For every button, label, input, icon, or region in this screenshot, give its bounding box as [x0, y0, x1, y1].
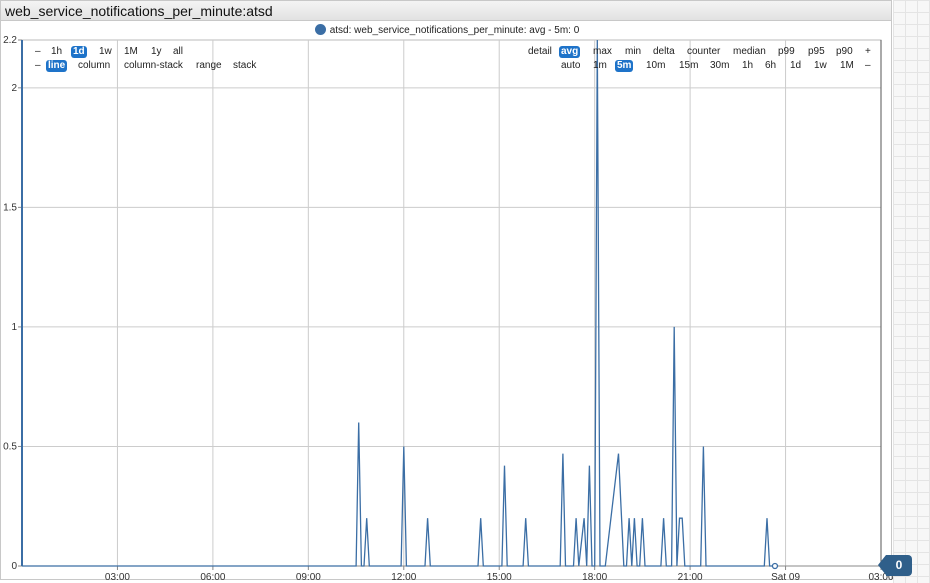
y-tick-label: 0	[11, 561, 17, 572]
periods-10m-button[interactable]: 10m	[644, 60, 667, 72]
x-tick-label: 03:00	[105, 572, 130, 581]
x-tick-label: 21:00	[678, 572, 703, 581]
periods-1m-button[interactable]: 1M	[838, 60, 856, 72]
statistics-p99-button[interactable]: p99	[776, 46, 797, 58]
chart-plot: 03:00 06:00 09:00 12:00 15:00 18:00 21:00 Sat 0…	[3, 35, 893, 581]
last-value-badge: 0	[878, 555, 912, 576]
zoom-1w-button[interactable]: 1w	[97, 46, 114, 58]
zoom-all-button[interactable]: all	[171, 46, 185, 58]
x-tick-label: 18:00	[582, 572, 607, 581]
right-side-panel	[893, 0, 930, 583]
statistics-expand-button[interactable]: +	[863, 46, 873, 58]
statistics-max-button[interactable]: max	[591, 46, 614, 58]
plot-area	[21, 39, 882, 567]
periods-1w-button[interactable]: 1w	[812, 60, 829, 72]
chart-types-column-button[interactable]: column	[76, 60, 112, 72]
y-tick-label: 0.5	[3, 441, 17, 452]
y-tick-label: 1.5	[3, 202, 17, 213]
x-tick-label: 15:00	[487, 572, 512, 581]
chart-types-column-stack-button[interactable]: column-stack	[122, 60, 185, 72]
periods-15m-button[interactable]: 15m	[677, 60, 700, 72]
chart-types-range-button[interactable]: range	[194, 60, 224, 72]
statistics-avg-button[interactable]: avg	[559, 46, 581, 58]
statistics-delta-button[interactable]: delta	[651, 46, 677, 58]
statistics-p95-button[interactable]: p95	[806, 46, 827, 58]
zoom-1y-button[interactable]: 1y	[149, 46, 164, 58]
x-tick-label: 12:00	[391, 572, 416, 581]
periods-auto-button[interactable]: auto	[559, 60, 582, 72]
periods-1m-button[interactable]: 1m	[591, 60, 609, 72]
chart-types-stack-button[interactable]: stack	[231, 60, 258, 72]
x-tick-label: 06:00	[200, 572, 225, 581]
statistics-counter-button[interactable]: counter	[685, 46, 722, 58]
y-tick-label: 1	[11, 322, 17, 333]
chart-widget: web_service_notifications_per_minute:ats…	[0, 0, 893, 581]
x-tick-label: Sat 09	[771, 572, 800, 581]
x-tick-label: 09:00	[296, 572, 321, 581]
periods-30m-button[interactable]: 30m	[708, 60, 731, 72]
periods-5m-button[interactable]: 5m	[615, 60, 634, 72]
periods-1d-button[interactable]: 1d	[788, 60, 803, 72]
statistics-detail-button[interactable]: detail	[526, 46, 554, 58]
last-point-marker[interactable]	[771, 562, 779, 570]
zoom-1h-button[interactable]: 1h	[49, 46, 64, 58]
statistics-median-button[interactable]: median	[731, 46, 768, 58]
chart-types-collapse-button[interactable]: –	[33, 60, 43, 72]
zoom-1d-button[interactable]: 1d	[71, 46, 87, 58]
statistics-min-button[interactable]: min	[623, 46, 643, 58]
periods-6h-button[interactable]: 6h	[763, 60, 778, 72]
y-tick-label: 2.2	[3, 35, 17, 46]
statistics-p90-button[interactable]: p90	[834, 46, 855, 58]
chart-types-line-button[interactable]: line	[46, 60, 68, 72]
periods-1h-button[interactable]: 1h	[740, 60, 755, 72]
periods-collapse-button[interactable]: –	[863, 60, 873, 72]
zoom-collapse-button[interactable]: –	[33, 46, 43, 58]
zoom-1m-button[interactable]: 1M	[122, 46, 140, 58]
y-tick-label: 2	[11, 83, 17, 94]
